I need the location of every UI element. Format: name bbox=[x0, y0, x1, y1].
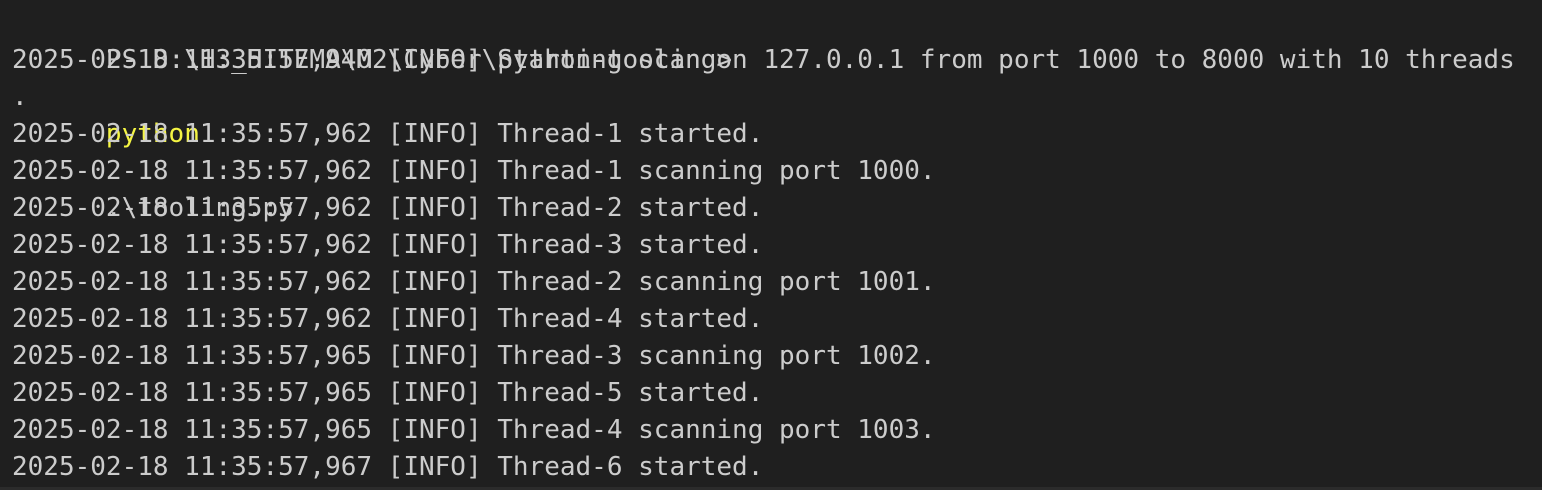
output-line: 2025-02-18 11:35:57,962 [INFO] Thread-2 … bbox=[12, 267, 936, 297]
prompt-line: PS D:\H3_HITEMA\M2\Cyber\python-tooling>… bbox=[12, 5, 1542, 223]
output-line: 2025-02-18 11:35:57,962 [INFO] Thread-1 … bbox=[12, 119, 764, 149]
output-line: 2025-02-18 11:35:57,962 [INFO] Thread-4 … bbox=[12, 304, 764, 334]
output-line: . bbox=[12, 82, 28, 112]
output-line: 2025-02-18 11:35:57,962 [INFO] Thread-1 … bbox=[12, 156, 936, 186]
terminal-output: PS D:\H3_HITEMA\M2\Cyber\python-tooling>… bbox=[12, 5, 1542, 486]
output-line: 2025-02-18 11:35:57,965 [INFO] Thread-3 … bbox=[12, 341, 936, 371]
output-line: 2025-02-18 11:35:57,962 [INFO] Thread-2 … bbox=[12, 193, 764, 223]
terminal-panel[interactable]: PS D:\H3_HITEMA\M2\Cyber\python-tooling>… bbox=[0, 0, 1542, 490]
output-line: 2025-02-18 11:35:57,962 [INFO] Thread-3 … bbox=[12, 230, 764, 260]
output-line: 2025-02-18 11:35:57,967 [INFO] Thread-6 … bbox=[12, 452, 764, 482]
output-line: 2025-02-18 11:35:57,965 [INFO] Thread-5 … bbox=[12, 378, 764, 408]
output-line: 2025-02-18 11:35:57,965 [INFO] Thread-4 … bbox=[12, 415, 936, 445]
output-line: 2025-02-18 11:35:57,940 [INFO] Starting … bbox=[12, 45, 1515, 75]
